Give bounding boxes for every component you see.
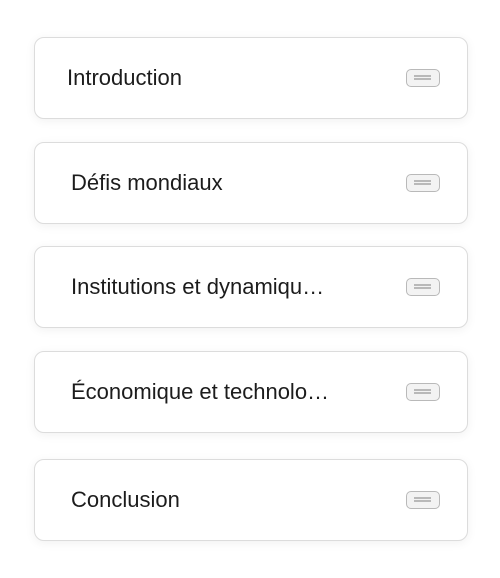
drag-handle-icon[interactable]	[406, 278, 440, 296]
section-card-introduction[interactable]: Introduction	[34, 37, 468, 119]
section-label: Institutions et dynamiqu…	[71, 274, 325, 299]
section-label: Conclusion	[71, 487, 180, 512]
section-card-institutions[interactable]: Institutions et dynamiqu…	[34, 246, 468, 328]
section-card-economique[interactable]: Économique et technolo…	[34, 351, 468, 433]
section-card-conclusion[interactable]: Conclusion	[34, 459, 468, 541]
drag-handle-icon[interactable]	[406, 69, 440, 87]
section-card-defis-mondiaux[interactable]: Défis mondiaux	[34, 142, 468, 224]
drag-handle-icon[interactable]	[406, 383, 440, 401]
drag-handle-icon[interactable]	[406, 174, 440, 192]
section-label: Économique et technolo…	[71, 379, 330, 404]
section-label: Défis mondiaux	[71, 170, 223, 195]
drag-handle-icon[interactable]	[406, 491, 440, 509]
section-label: Introduction	[67, 65, 182, 90]
